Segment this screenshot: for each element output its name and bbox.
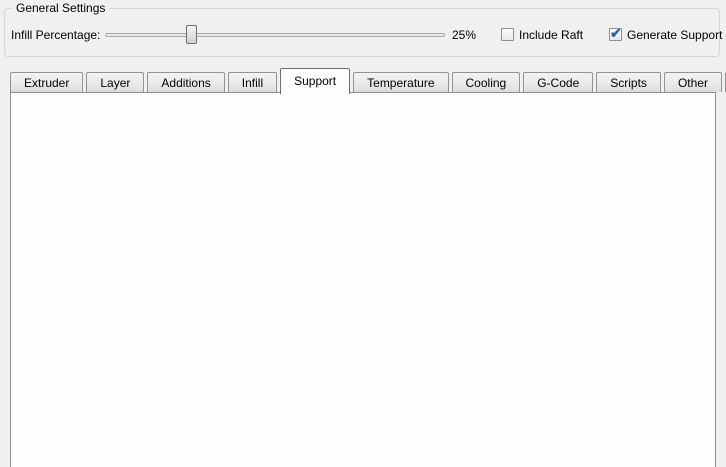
infill-percentage-slider[interactable] [105,33,445,37]
settings-tabbar: Extruder Layer Additions Infill Support … [10,68,726,94]
general-settings-title: General Settings [12,1,109,15]
tab-other[interactable]: Other [664,72,722,92]
tab-additions[interactable]: Additions [147,72,224,92]
include-raft-label: Include Raft [519,25,583,45]
tab-scripts[interactable]: Scripts [596,72,661,92]
generate-support-checkbox[interactable]: ✔ [609,28,622,41]
tab-infill[interactable]: Infill [228,72,277,92]
tab-gcode[interactable]: G-Code [523,72,593,92]
tab-cooling[interactable]: Cooling [452,72,521,92]
tab-temperature[interactable]: Temperature [353,72,448,92]
infill-percentage-label: Infill Percentage: [11,25,100,45]
tab-support[interactable]: Support [280,68,350,94]
infill-percentage-value: 25% [452,25,476,45]
generate-support-label: Generate Support [627,25,722,45]
tab-extruder[interactable]: Extruder [10,72,83,92]
slider-handle[interactable] [186,25,197,44]
tab-layer[interactable]: Layer [86,72,144,92]
general-settings-group: General Settings Infill Percentage: 25% … [4,8,720,57]
include-raft-checkbox[interactable]: ✔ [501,28,514,41]
support-tab-panel [10,92,716,467]
